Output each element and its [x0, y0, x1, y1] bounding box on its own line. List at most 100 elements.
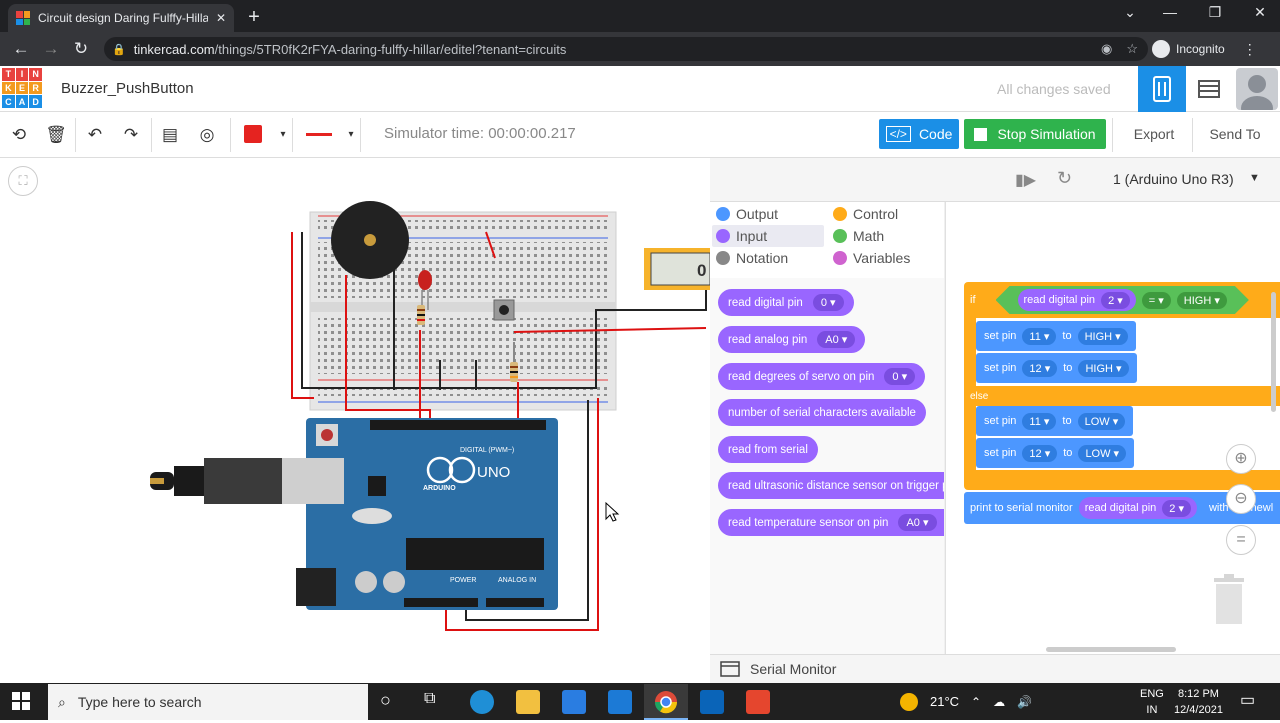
tab-close-icon[interactable]: ✕: [216, 11, 226, 25]
palette-block-read-servo[interactable]: read degrees of servo on pin 0 ▾: [718, 363, 926, 390]
minimize-button[interactable]: —: [1150, 4, 1190, 20]
script-workspace[interactable]: if read digital pin 2 ▾ = ▾ HIGH ▾ set p…: [945, 202, 1280, 654]
set-pin-block[interactable]: set pin 11 ▾ to LOW ▾: [976, 406, 1134, 436]
reload-icon[interactable]: ↻: [66, 39, 96, 59]
step-icon[interactable]: ▮▶: [1015, 170, 1036, 190]
state-dropdown[interactable]: LOW ▾: [1077, 412, 1126, 430]
serial-monitor-bar[interactable]: Serial Monitor: [710, 654, 1280, 683]
component-list-button[interactable]: [1186, 66, 1232, 112]
forward-arrow-icon[interactable]: →: [36, 39, 66, 59]
block-dropdown[interactable]: A0 ▾: [898, 514, 937, 531]
category-output[interactable]: Output: [712, 203, 822, 225]
outlook-icon[interactable]: [700, 690, 724, 714]
multimeter[interactable]: 0: [644, 248, 710, 290]
visibility-icon[interactable]: ◎: [194, 122, 220, 148]
category-variables[interactable]: Variables: [829, 247, 939, 269]
undo-icon[interactable]: ↶: [82, 122, 108, 148]
zoom-in-icon[interactable]: ⊕: [1226, 444, 1256, 474]
mail-icon[interactable]: [608, 690, 632, 714]
palette-block-temperature[interactable]: read temperature sensor on pin A0 ▾: [718, 509, 944, 536]
resistor[interactable]: [417, 305, 425, 325]
else-branch[interactable]: else: [964, 386, 1280, 406]
cortana-icon[interactable]: ○: [380, 690, 391, 711]
redo-icon[interactable]: ↷: [118, 122, 144, 148]
file-explorer-icon[interactable]: [516, 690, 540, 714]
new-tab-button[interactable]: +: [244, 6, 264, 29]
block-dropdown[interactable]: 0 ▾: [884, 368, 916, 385]
category-math[interactable]: Math: [829, 225, 939, 247]
browser-tab[interactable]: Circuit design Daring Fulffy-Hillar ✕: [8, 4, 234, 32]
palette-block-read-digital-pin[interactable]: read digital pin 0 ▾: [718, 289, 854, 316]
device-select[interactable]: 1 (Arduino Uno R3): [1113, 171, 1234, 187]
state-dropdown[interactable]: HIGH ▾: [1077, 327, 1128, 345]
bookmark-star-icon[interactable]: ☆: [1126, 41, 1138, 57]
palette-block-serial-available[interactable]: number of serial characters available: [718, 399, 926, 426]
pin-dropdown[interactable]: 11 ▾: [1022, 327, 1057, 345]
block-dropdown[interactable]: 0 ▾: [812, 294, 844, 311]
pin-dropdown[interactable]: 12 ▾: [1022, 444, 1058, 462]
state-dropdown[interactable]: HIGH ▾: [1078, 359, 1129, 377]
pin-dropdown[interactable]: 11 ▾: [1022, 412, 1057, 430]
back-arrow-icon[interactable]: ←: [6, 39, 36, 59]
horizontal-scrollbar[interactable]: [1046, 647, 1176, 652]
piezo-buzzer[interactable]: [331, 201, 409, 279]
set-pin-block[interactable]: set pin 12 ▾ to HIGH ▾: [976, 353, 1137, 383]
rotate-icon[interactable]: ⟲: [6, 122, 32, 148]
chrome-taskbar-button[interactable]: [644, 684, 688, 720]
tab-search-icon[interactable]: ⌄: [1110, 4, 1150, 21]
palette-block-ultrasonic[interactable]: read ultrasonic distance sensor on trigg…: [718, 472, 944, 499]
if-block[interactable]: if read digital pin 2 ▾ = ▾ HIGH ▾: [964, 282, 1280, 318]
push-button[interactable]: [493, 299, 515, 321]
tinkercad-logo[interactable]: T I N K E R C A D: [2, 68, 42, 108]
state-dropdown[interactable]: LOW ▾: [1078, 444, 1127, 462]
volume-icon[interactable]: 🔊: [1017, 695, 1032, 709]
category-control[interactable]: Control: [829, 203, 939, 225]
camtasia-icon[interactable]: [746, 690, 770, 714]
zoom-reset-icon[interactable]: =: [1226, 525, 1256, 555]
palette-block-read-serial[interactable]: read from serial: [718, 436, 818, 463]
set-pin-block[interactable]: set pin 12 ▾ to LOW ▾: [976, 438, 1135, 468]
wire-type-icon[interactable]: [306, 133, 332, 136]
task-view-icon[interactable]: ⧉: [424, 690, 435, 708]
comparison-block[interactable]: read digital pin 2 ▾ = ▾ HIGH ▾: [996, 286, 1249, 314]
circuit-view-button[interactable]: [1138, 66, 1186, 112]
trash-icon[interactable]: [1212, 574, 1246, 624]
store-icon[interactable]: [562, 690, 586, 714]
read-digital-pin-block[interactable]: read digital pin 2 ▾: [1078, 497, 1197, 519]
arduino-uno[interactable]: UNO ARDUINO DIGITAL (PWM~) POWER ANALOG …: [282, 418, 558, 610]
network-icon[interactable]: ☁: [993, 695, 1005, 709]
incognito-indicator[interactable]: Incognito ⋮: [1152, 37, 1257, 61]
close-window-button[interactable]: ✕: [1240, 4, 1280, 21]
notifications-icon[interactable]: ▭: [1240, 690, 1255, 710]
wire-color-swatch[interactable]: [244, 125, 262, 143]
taskbar-clock[interactable]: 8:12 PM 12/4/2021: [1174, 686, 1223, 718]
project-name[interactable]: Buzzer_PushButton: [61, 80, 194, 97]
language-indicator[interactable]: ENG IN: [1140, 686, 1164, 718]
tray-chevron-icon[interactable]: ⌃: [971, 695, 981, 709]
operator-dropdown[interactable]: = ▾: [1142, 292, 1171, 309]
export-button[interactable]: Export: [1118, 119, 1190, 149]
pin-dropdown[interactable]: 2 ▾: [1162, 499, 1191, 517]
code-button[interactable]: </> Code: [879, 119, 959, 149]
zoom-out-icon[interactable]: ⊖: [1226, 484, 1256, 514]
pin-dropdown[interactable]: 12 ▾: [1022, 359, 1058, 377]
user-avatar[interactable]: [1236, 68, 1278, 110]
browser-menu-icon[interactable]: ⋮: [1243, 41, 1257, 58]
send-to-button[interactable]: Send To: [1196, 119, 1274, 149]
restart-icon[interactable]: ↻: [1057, 168, 1072, 189]
set-pin-block[interactable]: set pin 11 ▾ to HIGH ▾: [976, 321, 1136, 351]
resistor[interactable]: [510, 362, 518, 382]
notes-icon[interactable]: ▤: [157, 122, 183, 148]
taskbar-search-box[interactable]: ⌕ Type here to search: [48, 684, 368, 720]
weather-icon[interactable]: [900, 692, 918, 711]
url-field[interactable]: 🔒 tinkercad.com /things/5TR0fK2rFYA-dari…: [104, 37, 1148, 61]
pin-dropdown[interactable]: 2 ▾: [1101, 292, 1130, 309]
eye-off-icon[interactable]: ◉: [1101, 41, 1112, 57]
delete-icon[interactable]: 🗑: [43, 122, 69, 148]
read-digital-pin-block[interactable]: read digital pin 2 ▾: [1018, 289, 1136, 311]
weather-temp[interactable]: 21°C: [930, 694, 959, 709]
device-select-chevron-icon[interactable]: ▼: [1249, 172, 1260, 184]
maximize-button[interactable]: ❐: [1195, 4, 1235, 21]
category-input[interactable]: Input: [712, 225, 824, 247]
vertical-scrollbar[interactable]: [1271, 292, 1276, 412]
